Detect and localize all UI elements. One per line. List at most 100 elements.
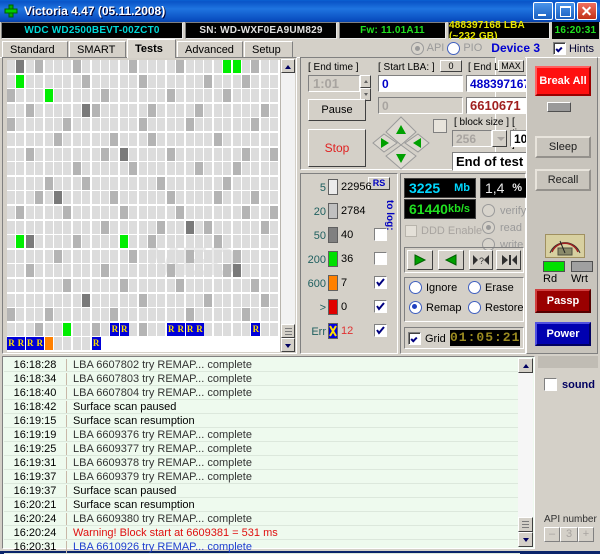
stat-log-checkbox[interactable] <box>374 276 387 289</box>
stat-count-value: 40 <box>341 229 354 241</box>
surface-map-canvas[interactable]: MED RRRRRRRRRRRR <box>7 60 282 352</box>
log-scroll-thumb[interactable] <box>518 517 533 532</box>
recall-button[interactable]: Recall <box>535 169 591 191</box>
radio-api[interactable] <box>410 41 424 55</box>
log-row[interactable]: 16:18:42 Surface scan paused <box>4 400 520 414</box>
end-lba-max-button[interactable]: MAX <box>498 60 524 72</box>
stop-button[interactable]: Stop <box>308 129 366 167</box>
log-list[interactable]: 16:18:28 LBA 6607802 try REMAP... complet… <box>4 358 520 554</box>
sound-checkbox[interactable] <box>544 378 557 391</box>
map-cell <box>195 293 203 307</box>
pause-button[interactable]: Pause <box>308 99 366 121</box>
log-row[interactable]: 16:19:37 Surface scan paused <box>4 484 520 498</box>
log-scroll-up-button[interactable] <box>518 358 533 373</box>
log-row[interactable]: 16:19:31 LBA 6609378 try REMAP... complet… <box>4 456 520 470</box>
maximize-icon[interactable] <box>555 2 575 20</box>
map-cell <box>44 103 53 117</box>
block-size-dropdown-icon[interactable] <box>492 130 507 147</box>
map-scroll-down-button[interactable] <box>281 338 295 352</box>
ddd-enable-checkbox[interactable] <box>405 225 417 237</box>
map-cell <box>35 176 44 190</box>
map-scroll-up-button[interactable] <box>281 59 295 73</box>
action-remap[interactable]: Remap <box>409 301 461 314</box>
passp-button[interactable]: Passp <box>535 289 591 313</box>
log-row[interactable]: 16:18:28 LBA 6607802 try REMAP... complet… <box>4 358 520 372</box>
map-scroll-thumb[interactable] <box>281 324 295 338</box>
end-time-up-button[interactable] <box>360 75 371 88</box>
tab-standard[interactable]: Standard <box>2 41 68 58</box>
log-panel[interactable]: 16:18:28 LBA 6607802 try REMAP... complet… <box>2 356 535 554</box>
mode-verify[interactable]: verify <box>482 202 526 219</box>
power-button[interactable]: Power <box>535 322 591 346</box>
radio-erase[interactable] <box>468 281 481 294</box>
map-cell <box>7 206 15 219</box>
api-number-plus-button[interactable]: + <box>578 527 594 542</box>
mode-read[interactable]: read <box>482 219 526 236</box>
start-lba-zero-button[interactable]: 0 <box>440 60 462 72</box>
log-row[interactable]: 16:19:37 LBA 6609379 try REMAP... complet… <box>4 470 520 484</box>
radio-restore[interactable] <box>468 301 481 314</box>
log-row[interactable]: 16:20:24 Warning! Block start at 6609381 … <box>4 526 520 540</box>
stat-log-checkbox[interactable] <box>374 300 387 313</box>
map-cell <box>7 249 15 263</box>
hints-toggle[interactable]: Hints <box>552 42 594 55</box>
tab-smart[interactable]: SMART <box>69 41 126 58</box>
tab-tests[interactable]: Tests <box>127 39 176 58</box>
radio-verify[interactable] <box>482 204 495 217</box>
log-scrollbar[interactable] <box>518 358 533 547</box>
map-cell <box>129 147 138 161</box>
stat-log-checkbox[interactable] <box>374 324 387 337</box>
log-row[interactable]: 16:18:40 LBA 6607804 try REMAP... complet… <box>4 386 520 400</box>
radio-pio[interactable] <box>447 41 461 55</box>
log-row[interactable]: 16:19:19 LBA 6609376 try REMAP... complet… <box>4 428 520 442</box>
nav-aux-checkbox[interactable] <box>433 119 447 133</box>
api-number-minus-button[interactable]: – <box>544 527 560 542</box>
radio-remap[interactable] <box>409 301 422 314</box>
log-row[interactable]: 16:20:24 LBA 6609380 try REMAP... complet… <box>4 512 520 526</box>
app-cross-icon <box>3 3 19 19</box>
map-cell <box>166 74 175 88</box>
map-scrollbar[interactable] <box>280 59 295 352</box>
action-restore[interactable]: Restore <box>468 301 524 314</box>
map-cell <box>176 264 185 278</box>
map-cell <box>251 249 260 263</box>
navigation-diamond[interactable] <box>371 115 430 171</box>
log-row[interactable]: 16:19:25 LBA 6609377 try REMAP... complet… <box>4 442 520 456</box>
stat-log-checkbox[interactable] <box>374 228 387 241</box>
tab-advanced[interactable]: Advanced <box>177 41 243 58</box>
sleep-button[interactable]: Sleep <box>535 136 591 158</box>
map-cell <box>148 220 156 234</box>
grid-checkbox[interactable] <box>408 332 421 345</box>
action-ignore[interactable]: Ignore <box>409 281 457 294</box>
map-cell <box>166 235 175 249</box>
stat-log-checkbox[interactable] <box>374 252 387 265</box>
api-number-stepper[interactable]: – 3 + <box>544 527 594 542</box>
hints-checkbox[interactable] <box>552 42 566 55</box>
start-lba-input[interactable]: 0 <box>378 75 463 92</box>
log-row[interactable]: 16:18:34 LBA 6607803 try REMAP... complet… <box>4 372 520 386</box>
radio-read[interactable] <box>482 221 495 234</box>
map-cell <box>54 133 62 146</box>
play-backward-button[interactable] <box>438 250 464 270</box>
tab-setup[interactable]: Setup <box>244 41 293 58</box>
map-cell <box>213 293 222 307</box>
seek-start-button[interactable] <box>496 250 521 270</box>
log-row[interactable]: 16:20:31 LBA 6610926 try REMAP... complet… <box>4 540 520 554</box>
log-scroll-down-button[interactable] <box>518 532 533 547</box>
size-unit: Mb <box>454 182 470 194</box>
log-row[interactable]: 16:20:21 Surface scan resumption <box>4 498 520 512</box>
action-erase[interactable]: Erase <box>468 281 514 294</box>
minimize-icon[interactable] <box>533 2 553 20</box>
break-all-button[interactable]: Break All <box>535 66 591 96</box>
log-row[interactable]: 16:19:15 Surface scan resumption <box>4 414 520 428</box>
ddd-enable-row[interactable]: DDD Enable <box>405 225 482 237</box>
map-cell <box>72 293 81 307</box>
close-icon[interactable] <box>577 2 597 20</box>
play-forward-button[interactable] <box>407 250 433 270</box>
map-cell <box>129 220 138 234</box>
random-seek-button[interactable]: ? <box>469 250 493 270</box>
sound-toggle[interactable]: sound <box>544 378 595 391</box>
map-cell <box>260 220 269 234</box>
radio-ignore[interactable] <box>409 281 422 294</box>
grid-toggle[interactable]: Grid <box>408 332 446 345</box>
